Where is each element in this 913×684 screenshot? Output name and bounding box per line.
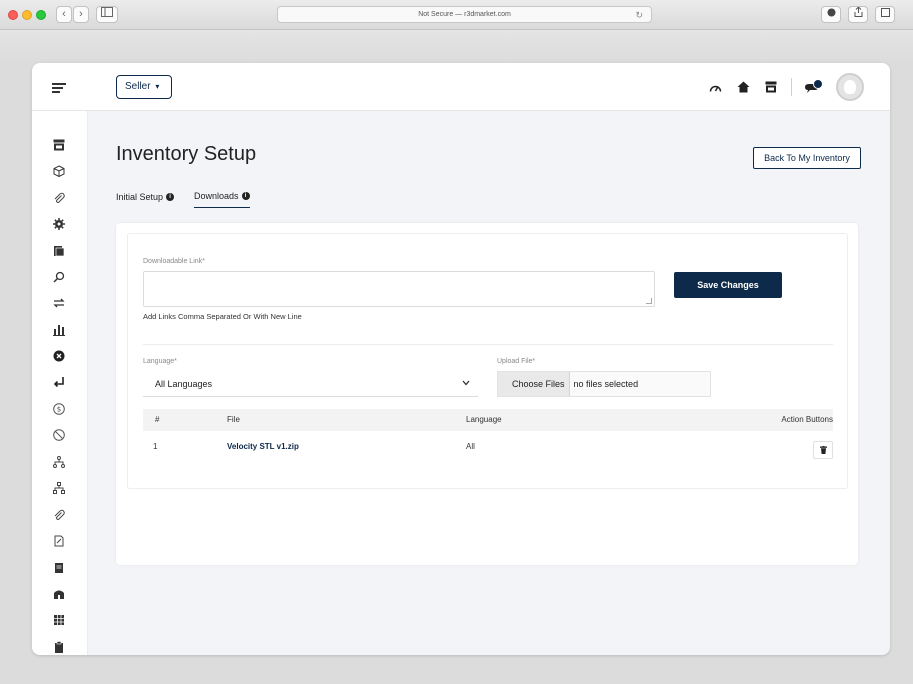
sidebar-item-paperclip-icon[interactable]	[52, 191, 66, 205]
sidebar-item-search-icon[interactable]	[52, 270, 66, 284]
table-row: 1 Velocity STL v1.zip All	[143, 431, 833, 465]
sidebar-item-cancel-icon[interactable]	[52, 349, 66, 363]
seller-dropdown[interactable]: Seller ▾	[116, 75, 172, 99]
column-header-action-buttons: Action Buttons	[781, 415, 833, 424]
caret-down-icon: ▾	[155, 82, 160, 91]
browser-forward-button[interactable]: ›	[73, 6, 89, 23]
choose-files-button[interactable]: Choose Files	[498, 372, 570, 396]
browser-toolbar: ‹ › Not Secure — r3dmarket.com ↻	[0, 0, 913, 30]
privacy-report-button[interactable]	[821, 6, 841, 23]
language-select[interactable]: All Languages	[143, 371, 478, 397]
address-text: Not Secure — r3dmarket.com	[418, 11, 511, 18]
tab-initial-setup[interactable]: Initial Setup i	[116, 191, 175, 208]
share-icon	[854, 6, 862, 17]
sidebar-toggle-button[interactable]	[96, 6, 118, 23]
downloadable-link-label: Downloadable Link*	[143, 258, 205, 265]
tabs-icon	[880, 8, 890, 17]
sidebar-item-attachment-icon[interactable]	[52, 508, 66, 522]
messages-icon[interactable]	[804, 79, 824, 95]
column-header-file: File	[227, 415, 240, 424]
sidebar-item-books-icon[interactable]	[52, 244, 66, 258]
sidebar-item-settings-icon[interactable]	[52, 217, 66, 231]
share-button[interactable]	[848, 6, 868, 23]
file-upload-input[interactable]: Choose Files no files selected	[497, 371, 711, 397]
tab-downloads[interactable]: Downloads i	[194, 191, 250, 208]
page-title: Inventory Setup	[116, 143, 257, 165]
table-header: # File Language Action Buttons	[143, 409, 833, 431]
zoom-window-button[interactable]	[36, 10, 46, 20]
chevron-right-icon: ›	[79, 8, 83, 20]
sidebar-item-dollar-icon[interactable]: $	[52, 402, 66, 416]
language-value: All Languages	[155, 379, 213, 389]
chevron-down-icon	[462, 371, 470, 397]
tab-strip	[0, 30, 913, 62]
no-files-text: no files selected	[573, 379, 639, 389]
info-icon: i	[241, 192, 250, 200]
row-number: 1	[153, 442, 158, 451]
sidebar-item-blocked-dollar-icon[interactable]	[52, 428, 66, 442]
top-bar: Seller ▾	[32, 63, 890, 111]
sidebar-item-grid-icon[interactable]	[52, 613, 66, 627]
sidebar-item-building-icon[interactable]	[52, 587, 66, 601]
row-language: All	[466, 442, 475, 451]
sidebar-item-clipboard-icon[interactable]	[52, 640, 66, 654]
tab-label: Downloads	[194, 191, 239, 201]
seller-label: Seller	[125, 81, 151, 92]
sidebar-item-transfer-icon[interactable]	[52, 296, 66, 310]
menu-icon[interactable]	[52, 83, 66, 93]
language-label: Language*	[143, 358, 177, 365]
svg-text:$: $	[57, 406, 61, 414]
address-bar[interactable]: Not Secure — r3dmarket.com ↻	[277, 6, 652, 23]
back-to-inventory-button[interactable]: Back To My Inventory	[753, 147, 861, 169]
app-window: Seller ▾ $ Inventory Setup Back To My In…	[32, 63, 890, 655]
downloads-card: Downloadable Link* Save Changes Add Link…	[127, 233, 848, 489]
sidebar-toggle-icon	[101, 7, 113, 17]
reload-icon[interactable]: ↻	[635, 7, 643, 23]
trash-icon	[819, 446, 827, 454]
sidebar: $	[32, 111, 88, 655]
content-panel: Downloadable Link* Save Changes Add Link…	[116, 223, 858, 565]
store-icon[interactable]	[763, 79, 779, 95]
links-hint: Add Links Comma Separated Or With New Li…	[143, 312, 302, 321]
row-file-link[interactable]: Velocity STL v1.zip	[227, 431, 299, 463]
sidebar-item-enter-icon[interactable]	[52, 375, 66, 389]
user-avatar[interactable]	[836, 73, 864, 101]
sidebar-item-store-icon[interactable]	[52, 138, 66, 152]
home-icon[interactable]	[735, 79, 751, 95]
info-icon: i	[166, 192, 175, 201]
tabs-overview-button[interactable]	[875, 6, 895, 23]
top-icons	[707, 73, 864, 101]
column-header-language: Language	[466, 415, 502, 424]
sidebar-item-network-icon[interactable]	[52, 455, 66, 469]
sidebar-item-hierarchy-icon[interactable]	[52, 481, 66, 495]
column-header-number: #	[155, 415, 160, 424]
section-divider	[143, 344, 833, 345]
sidebar-item-analytics-icon[interactable]	[52, 323, 66, 337]
topbar-divider	[791, 78, 792, 96]
tab-label: Initial Setup	[116, 191, 164, 202]
chevron-left-icon: ‹	[62, 8, 66, 20]
sidebar-item-file-icon[interactable]	[52, 534, 66, 548]
delete-button[interactable]	[813, 441, 833, 459]
save-changes-button[interactable]: Save Changes	[674, 272, 782, 298]
sidebar-item-package-icon[interactable]	[52, 164, 66, 178]
close-window-button[interactable]	[8, 10, 18, 20]
upload-file-label: Upload File*	[497, 358, 536, 365]
browser-back-button[interactable]: ‹	[56, 6, 72, 23]
sidebar-item-document-icon[interactable]	[52, 561, 66, 575]
dashboard-gauge-icon[interactable]	[707, 79, 723, 95]
shield-icon	[827, 8, 835, 17]
tab-bar: Initial Setup i Downloads i	[116, 191, 250, 208]
minimize-window-button[interactable]	[22, 10, 32, 20]
downloadable-link-textarea[interactable]	[143, 271, 655, 307]
